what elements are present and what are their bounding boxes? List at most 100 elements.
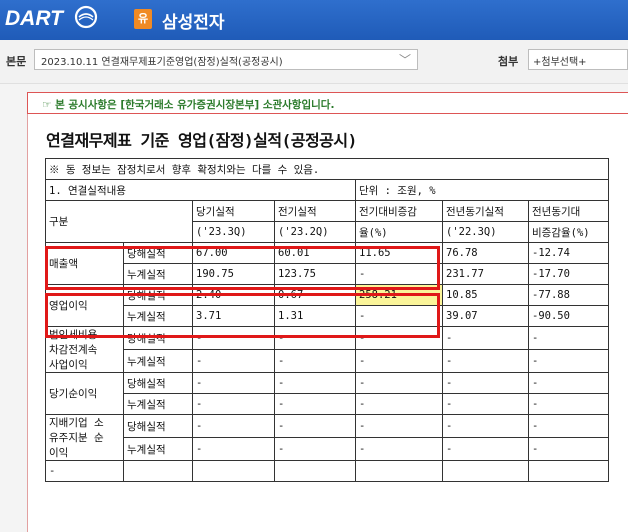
attach-select-value: +첨부선택+ [533,57,587,68]
cell-prev: 1.31 [274,305,356,327]
cell-current: 2.40 [192,284,275,306]
header-yoy-bottom: 비증감율(%) [528,221,609,243]
chevron-down-icon: ﹀ [398,53,411,67]
results-table: ※ 동 정보는 잠정치로서 향후 확정치와는 다를 수 있음. 1. 연결실적내… [45,158,609,482]
cell-prev: 0.67 [274,284,356,306]
table-note: ※ 동 정보는 잠정치로서 향후 확정치와는 다를 수 있음. [45,158,609,180]
header-qoq-top: 전기대비증감 [355,200,443,222]
cell-prev: - [274,414,356,438]
row-sub-label: 당해실적 [123,284,193,306]
row-group-label: 영업이익 [45,284,124,327]
row-group-label: 매출액 [45,242,124,285]
row-group-label: 당기순이익 [45,372,124,415]
cell-yoy: -17.70 [528,263,609,285]
cell-yoy: - [528,326,609,350]
attach-label: 첨부 [498,55,519,68]
table-row: ※ 동 정보는 잠정치로서 향후 확정치와는 다를 수 있음. [45,158,609,180]
cell-last-year: - [442,349,529,373]
table-row: 구분 당기실적 전기실적 전기대비증감 전년동기실적 전년동기대 [45,200,609,243]
cell-current: - [192,414,275,438]
cell-qoq: - [355,437,443,461]
cell-yoy: - [528,372,609,394]
cell-yoy: - [528,414,609,438]
dart-logo[interactable]: DART [5,7,63,31]
row-group-label: - [45,460,124,482]
cell-current: - [192,393,275,415]
row-sub-label: 당해실적 [123,414,193,438]
cell-yoy: -90.50 [528,305,609,327]
unit-label: 단위 : 조원, % [355,179,609,201]
cell-last-year: - [442,393,529,415]
cell-prev: - [274,372,356,394]
document-select-value: 2023.10.11 연결재무제표기준영업(잠정)실적(공정공시) [41,57,283,68]
cell-prev: - [274,326,356,350]
table-row: 누계실적 - - - - - [46,437,609,461]
header-prev-bottom: ('23.2Q) [274,221,356,243]
row-group-line: 지배기업 소 [49,417,104,429]
table-row: 1. 연결실적내용 단위 : 조원, % [45,179,609,201]
cell-current: - [192,326,275,350]
cell-current: - [192,372,275,394]
cell-qoq: - [355,349,443,373]
table-row: 법인세비용 차감전계속 사업이익 당해실적 - - - - - [45,326,609,373]
row-group-label: 법인세비용 차감전계속 사업이익 [45,326,124,373]
table-row: 누계실적 3.71 1.31 - 39.07 -90.50 [46,305,609,327]
table-row: 누계실적 190.75 123.75 - 231.77 -17.70 [46,263,609,285]
main-doc-label: 본문 [6,55,27,68]
cell-current: 3.71 [192,305,275,327]
row-group-line: 이익 [49,447,69,459]
cell-last-year: - [442,414,529,438]
document-select[interactable]: 2023.10.11 연결재무제표기준영업(잠정)실적(공정공시) ﹀ [34,49,418,70]
cell-yoy: - [528,349,609,373]
cell-yoy: - [528,393,609,415]
company-name[interactable]: 삼성전자 [162,8,225,33]
cell-prev: - [274,349,356,373]
header-yoy-top: 전년동기대 [528,200,609,222]
header-current-top: 당기실적 [192,200,275,222]
table-row: 당기순이익 당해실적 - - - - - [45,372,609,415]
table-row: 매출액 당해실적 67.00 60.01 11.65 76.78 -12.74 [45,242,609,285]
cell-prev: - [274,393,356,415]
row-sub-label: 당해실적 [123,372,193,394]
cell-last-year: 39.07 [442,305,529,327]
cell-last-year: - [442,326,529,350]
cell-yoy: - [528,437,609,461]
cell-yoy: -12.74 [528,242,609,264]
cell-last-year: - [442,437,529,461]
row-sub-label: 당해실적 [123,326,193,350]
section-title: 1. 연결실적내용 [45,179,356,201]
table-row: - [45,460,609,482]
attach-select[interactable]: +첨부선택+ [528,49,628,70]
table-row: 누계실적 - - - - - [46,349,609,373]
header-current-bottom: ('23.3Q) [192,221,275,243]
row-group-line: 차감전계속 [49,344,98,356]
cell-last-year: 76.78 [442,242,529,264]
document-title: 연결재무제표 기준 영업(잠정)실적(공정공시) [46,131,357,150]
cell-qoq: - [355,372,443,394]
cell-qoq: - [355,305,443,327]
header-prev-top: 전기실적 [274,200,356,222]
cell-qoq: - [355,414,443,438]
row-group-line: 사업이익 [49,359,88,371]
row-sub-label: 누계실적 [123,393,193,415]
table-row: 지배기업 소 유주지분 순 이익 당해실적 - - - - - [45,414,609,461]
row-sub-label: 누계실적 [123,349,193,373]
cell-last-year: 10.85 [442,284,529,306]
cell-current: - [192,349,275,373]
cell-last-year: 231.77 [442,263,529,285]
row-sub-label: 누계실적 [123,305,193,327]
table-row: 영업이익 당해실적 2.40 0.67 258.21 10.85 -77.88 [45,284,609,327]
cell-prev: - [274,437,356,461]
header-category: 구분 [45,200,193,243]
cell-qoq: - [355,326,443,350]
row-group-line: 법인세비용 [49,329,98,341]
row-sub-label: 당해실적 [123,242,193,264]
cell-current: - [192,437,275,461]
cell-prev: 123.75 [274,263,356,285]
company-market-badge: 유 [134,9,152,29]
cell-current: 190.75 [192,263,275,285]
notice-text: ☞ 본 공시사항은 [한국거래소 유가증권시장본부] 소관사항입니다. [42,99,335,111]
cell-qoq-highlighted: 258.21 [355,284,443,306]
header-ly-top: 전년동기실적 [442,200,529,222]
header-ly-bottom: ('22.3Q) [442,221,529,243]
